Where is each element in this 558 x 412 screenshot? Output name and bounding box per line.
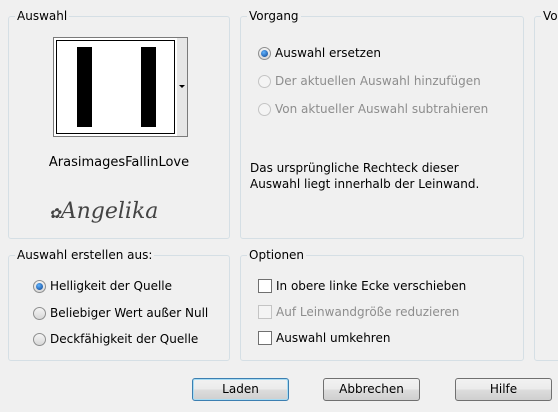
selection-group-title: Auswahl — [15, 9, 70, 23]
selection-group: Auswahl ArasimagesFallinLove ✿Angelika — [8, 9, 230, 239]
create-from-group-title: Auswahl erstellen aus: — [15, 248, 155, 262]
radio-source-opacity[interactable]: Deckfähigkeit der Quelle — [33, 331, 198, 347]
operation-info-line2: Auswahl liegt innerhalb der Leinwand. — [250, 177, 480, 191]
operation-group-title: Vorgang — [247, 9, 301, 23]
preview-stripe-right — [141, 47, 156, 127]
radio-replace-selection[interactable]: Auswahl ersetzen — [258, 45, 381, 61]
create-from-group: Auswahl erstellen aus: Helligkeit der Qu… — [8, 248, 230, 361]
radio-indicator[interactable] — [258, 74, 271, 88]
checkbox-move-top-left[interactable]: In obere linke Ecke verschieben — [258, 278, 466, 294]
radio-any-nonzero[interactable]: Beliebiger Wert außer Null — [33, 305, 208, 321]
preview-stripe-left — [77, 47, 92, 127]
watermark-flower-icon: ✿ — [49, 206, 61, 222]
radio-subtract-selection[interactable]: Von aktueller Auswahl subtrahieren — [258, 101, 488, 117]
load-button[interactable]: Laden — [192, 378, 289, 401]
radio-indicator[interactable] — [33, 279, 46, 293]
help-button[interactable]: Hilfe — [455, 378, 552, 401]
operation-group: Vorgang Auswahl ersetzen Der aktuellen A… — [240, 9, 524, 239]
checkbox-box[interactable] — [258, 331, 272, 345]
selection-preview-image — [56, 40, 175, 134]
cancel-button[interactable]: Abbrechen — [323, 378, 420, 401]
radio-indicator[interactable] — [33, 306, 46, 320]
selection-image-name: ArasimagesFallinLove — [48, 155, 190, 170]
watermark-signature: ✿Angelika — [49, 199, 159, 224]
options-group: Optionen In obere linke Ecke verschieben… — [240, 248, 524, 361]
operation-info-line1: Das ursprüngliche Rechteck dieser — [250, 161, 459, 175]
radio-indicator[interactable] — [258, 102, 271, 116]
checkbox-crop-to-canvas[interactable]: Auf Leinwandgröße reduzieren — [258, 304, 459, 320]
radio-indicator[interactable] — [258, 46, 271, 60]
options-group-title: Optionen — [247, 248, 307, 262]
selection-preview-dropdown[interactable] — [53, 37, 188, 137]
radio-source-brightness[interactable]: Helligkeit der Quelle — [33, 278, 172, 294]
checkbox-box[interactable] — [258, 279, 272, 293]
checkbox-box[interactable] — [258, 305, 272, 319]
dropdown-arrow-icon[interactable] — [177, 38, 187, 136]
checkbox-invert-selection[interactable]: Auswahl umkehren — [258, 330, 390, 346]
third-group-title: Vo — [541, 9, 558, 23]
third-group: Vo — [534, 9, 558, 361]
radio-indicator[interactable] — [33, 332, 46, 346]
radio-add-selection[interactable]: Der aktuellen Auswahl hinzufügen — [258, 73, 481, 89]
